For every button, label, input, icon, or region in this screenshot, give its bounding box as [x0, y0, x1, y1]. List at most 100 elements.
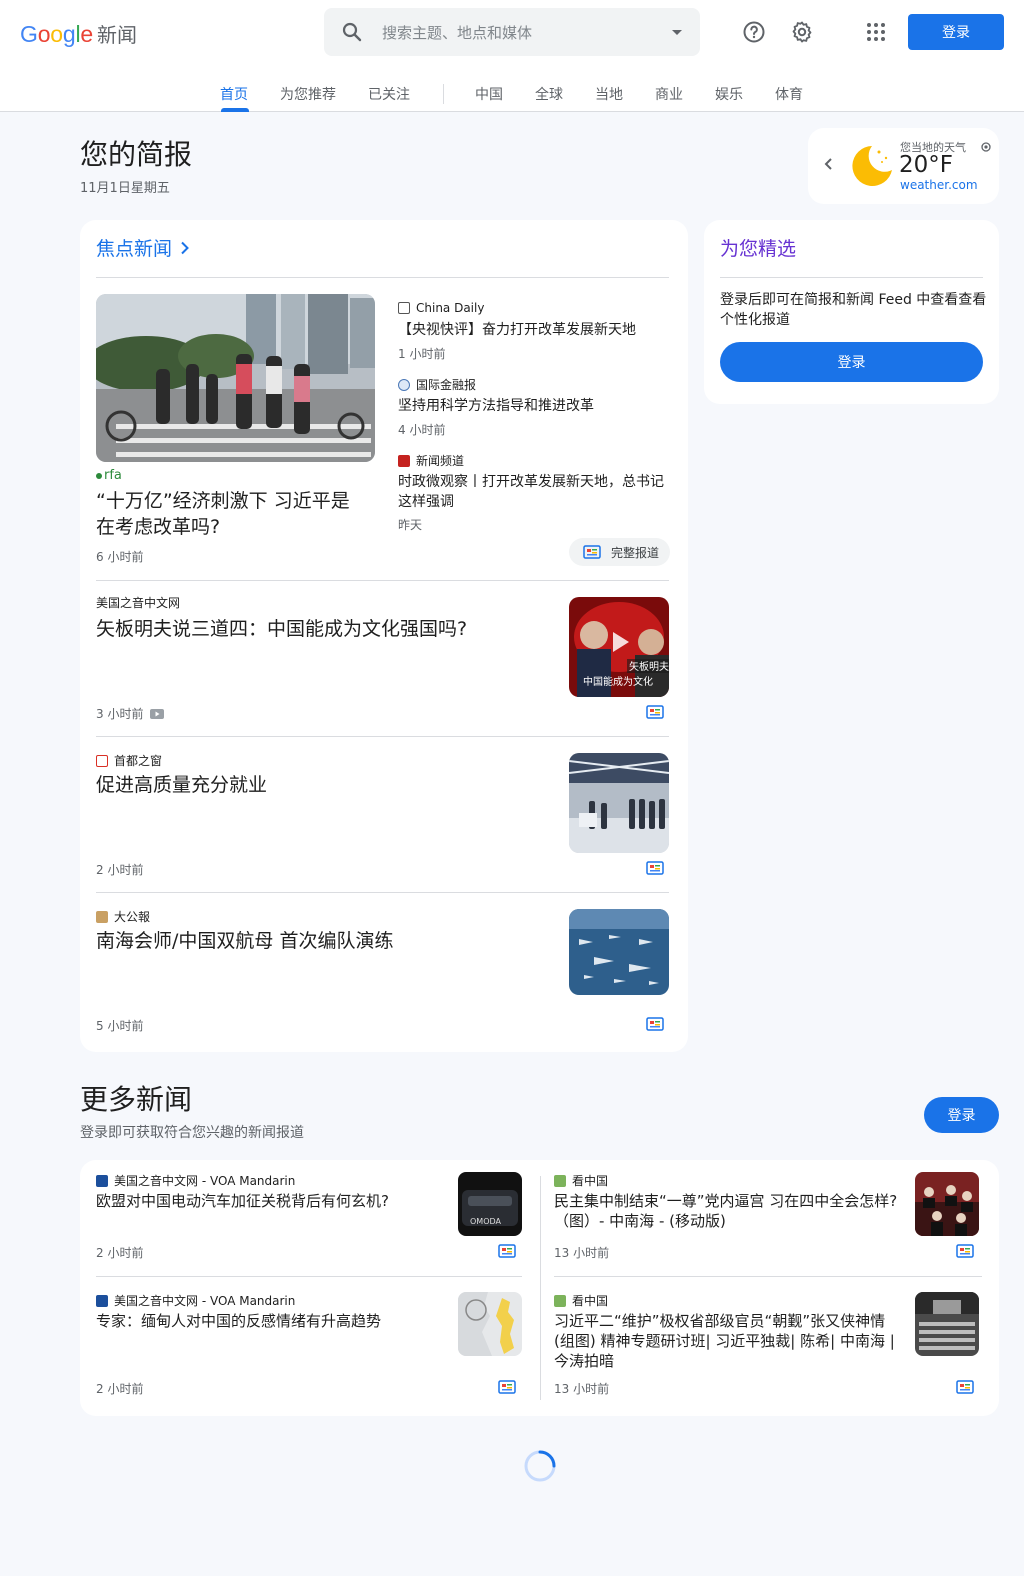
more-news-title: 更多新闻 — [80, 1083, 193, 1116]
tab-business[interactable]: 商业 — [655, 84, 683, 104]
hero-image[interactable] — [96, 294, 375, 462]
picks-title: 为您精选 — [720, 238, 797, 260]
chevron-right-icon — [181, 241, 189, 254]
tab-following[interactable]: 已关注 — [368, 84, 410, 104]
location-icon — [981, 142, 991, 152]
voa-logo-icon — [96, 1294, 108, 1307]
story-time: 5 小时前 — [96, 1019, 144, 1033]
loading-spinner-icon — [524, 1450, 556, 1482]
video-icon — [150, 708, 165, 719]
story-thumbnail[interactable]: 矢板明夫 说 中国能成为文化 — [569, 597, 669, 697]
hero-source-label: rfa — [104, 468, 122, 483]
picks-signin-button[interactable]: 登录 — [720, 342, 983, 382]
top-header: Google 新闻 搜索主题、地点和媒体 登录 首页 为您推荐 已关注 中国 全… — [0, 0, 1024, 112]
search-dropdown-icon[interactable] — [672, 29, 682, 35]
apps-grid-icon[interactable] — [864, 20, 888, 44]
more-item-headline[interactable]: 民主集中制结束“一尊”党内逼宫 习在四中全会怎样?（图）- 中南海 - (移动版… — [554, 1191, 904, 1231]
picks-card: 为您精选 登录后即可在简报和新闻 Feed 中查看查看个性化报道 登录 — [704, 220, 999, 404]
more-item-source-label: 看中国 — [572, 1174, 609, 1188]
tab-world[interactable]: 全球 — [535, 84, 563, 104]
hero-source: rfa — [96, 468, 122, 483]
more-item-time: 2 小时前 — [96, 1382, 144, 1396]
story-source: 美国之音中文网 — [96, 594, 180, 611]
story-source: 大公報 — [96, 908, 150, 925]
search-box[interactable]: 搜索主题、地点和媒体 — [324, 8, 700, 56]
story-source-label: 大公報 — [114, 910, 151, 924]
more-item-thumbnail[interactable]: OMODA — [458, 1172, 522, 1236]
more-item-thumbnail[interactable] — [915, 1292, 979, 1356]
tab-china[interactable]: 中国 — [475, 84, 503, 104]
more-item-thumbnail[interactable] — [915, 1172, 979, 1236]
related-headline[interactable]: 时政微观察丨打开改革发展新天地，总书记这样强调 — [398, 472, 670, 512]
more-news-subtitle: 登录即可获取符合您兴趣的新闻报道 — [80, 1125, 304, 1141]
search-input[interactable]: 搜索主题、地点和媒体 — [382, 22, 672, 43]
more-item-time: 13 小时前 — [554, 1246, 610, 1260]
related-time: 1 小时前 — [398, 347, 446, 361]
divider — [96, 277, 669, 278]
divider — [96, 892, 669, 893]
search-icon[interactable] — [340, 20, 364, 44]
more-item-source-label: 美国之音中文网 - VOA Mandarin — [114, 1294, 296, 1308]
full-coverage-icon[interactable] — [646, 861, 664, 875]
story-time-label: 3 小时前 — [96, 707, 144, 721]
full-coverage-icon[interactable] — [498, 1244, 516, 1258]
gear-icon[interactable] — [790, 20, 814, 44]
full-coverage-icon[interactable] — [498, 1380, 516, 1394]
more-news-signin-button[interactable]: 登录 — [924, 1097, 999, 1133]
thumb-caption: 矢板明夫 说 — [629, 660, 669, 673]
chevron-left-icon[interactable] — [822, 157, 836, 171]
related-source: 新闻频道 — [398, 452, 464, 469]
globe-icon — [398, 378, 410, 391]
ta-kung-pao-logo-icon — [96, 910, 108, 923]
more-news-card: 美国之音中文网 - VOA Mandarin 欧盟对中国电动汽车加征关税背后有何… — [80, 1160, 999, 1416]
divider — [96, 736, 669, 737]
related-headline[interactable]: 【央视快评】奋力打开改革发展新天地 — [398, 320, 670, 340]
story-thumbnail[interactable] — [569, 909, 669, 995]
briefing-title: 您的简报 — [80, 138, 193, 171]
divider — [554, 1276, 982, 1277]
tab-home[interactable]: 首页 — [220, 84, 248, 104]
cctv-news-logo-icon — [398, 454, 410, 467]
tab-entertainment[interactable]: 娱乐 — [715, 84, 743, 104]
moon-icon — [852, 146, 892, 186]
hero-headline[interactable]: “十万亿”经济刺激下 习近平是在考虑改革吗? — [96, 488, 366, 540]
full-coverage-label: 完整报道 — [611, 545, 660, 560]
kanzhongguo-logo-icon — [554, 1174, 566, 1187]
related-headline[interactable]: 坚持用科学方法指导和推进改革 — [398, 396, 670, 416]
full-coverage-icon[interactable] — [956, 1244, 974, 1258]
logo-google: Google — [20, 21, 93, 47]
more-item-headline[interactable]: 习近平二“维护”极权省部级官员“朝觐”张又侠神情(组图) 精神专题研讨班| 习近… — [554, 1311, 904, 1371]
china-daily-logo-icon — [398, 302, 410, 314]
divider — [96, 580, 669, 581]
story-headline[interactable]: 矢板明夫说三道四：中国能成为文化强国吗? — [96, 616, 536, 642]
related-time: 4 小时前 — [398, 423, 446, 437]
tab-local[interactable]: 当地 — [595, 84, 623, 104]
full-coverage-button[interactable]: 完整报道 — [569, 538, 670, 566]
google-news-logo[interactable]: Google 新闻 — [20, 19, 137, 47]
tab-for-you[interactable]: 为您推荐 — [280, 84, 336, 104]
tab-sports[interactable]: 体育 — [775, 84, 803, 104]
more-item-source: 美国之音中文网 - VOA Mandarin — [96, 1292, 295, 1309]
more-item-source: 看中国 — [554, 1172, 608, 1189]
more-item-time: 13 小时前 — [554, 1382, 610, 1396]
story-headline[interactable]: 促进高质量充分就业 — [96, 772, 536, 798]
help-icon[interactable] — [742, 20, 766, 44]
top-stories-card: 焦点新闻 rfa “十万亿”经济刺激下 习近平是在考虑改革吗? 6 小时前 Ch… — [80, 220, 688, 1052]
story-headline[interactable]: 南海会师/中国双航母 首次编队演练 — [96, 928, 536, 954]
more-item-thumbnail[interactable] — [458, 1292, 522, 1356]
briefing-date: 11月1日星期五 — [80, 181, 170, 196]
story-thumbnail[interactable] — [569, 753, 669, 853]
more-item-headline[interactable]: 欧盟对中国电动汽车加征关税背后有何玄机? — [96, 1191, 446, 1211]
weather-source-link[interactable]: weather.com — [900, 178, 978, 192]
weather-widget[interactable]: 您当地的天气 20°F weather.com — [808, 128, 999, 204]
story-time: 2 小时前 — [96, 863, 144, 877]
full-coverage-icon[interactable] — [646, 1017, 664, 1031]
related-source-label: 国际金融报 — [416, 378, 477, 392]
signin-button[interactable]: 登录 — [908, 14, 1004, 50]
related-source-label: 新闻频道 — [416, 454, 465, 468]
top-stories-heading[interactable]: 焦点新闻 — [96, 234, 190, 261]
full-coverage-icon[interactable] — [646, 705, 664, 719]
more-item-time: 2 小时前 — [96, 1246, 144, 1260]
more-item-headline[interactable]: 专家：缅甸人对中国的反感情绪有升高趋势 — [96, 1311, 446, 1331]
full-coverage-icon[interactable] — [956, 1380, 974, 1394]
